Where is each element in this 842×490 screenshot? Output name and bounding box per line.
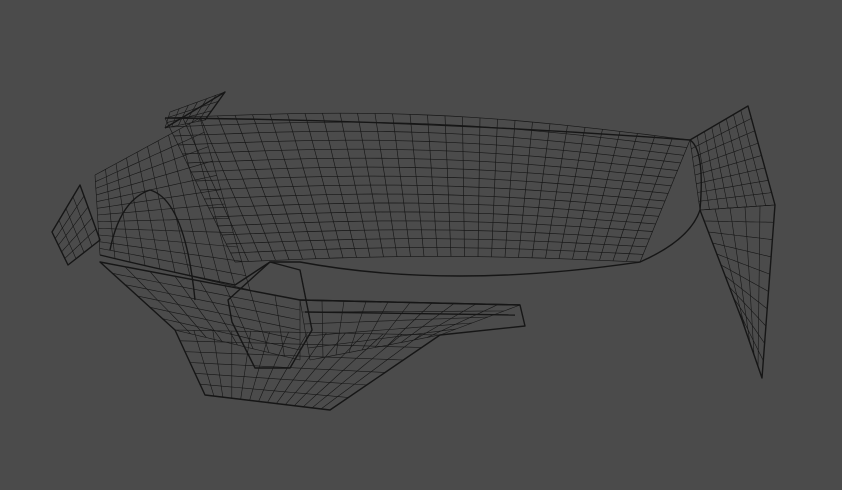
flap-right-drop-edge-15 (737, 308, 764, 361)
outline-edge-2 (227, 261, 313, 369)
flap-right-top-edge-12 (693, 142, 759, 167)
outline-edge-4 (51, 184, 101, 266)
outline-edge-8 (304, 311, 516, 316)
flap-right-drop-edge-7 (704, 220, 774, 223)
grille-right-edge-2 (335, 300, 345, 356)
hood-edge-47 (234, 256, 641, 263)
flap-right-drop-edge-6 (699, 204, 776, 211)
wireframe-model (51, 91, 776, 411)
hood-left-edge-19 (98, 228, 234, 233)
hood-left-edge-16 (97, 189, 221, 209)
fender-tip-left-edge-9 (166, 110, 212, 123)
flap-right-drop-edge-10 (716, 253, 770, 275)
grille-right-edge-7 (400, 303, 455, 343)
outline-edge-0 (99, 117, 702, 286)
grille-left-edge-11 (124, 284, 301, 321)
right-fender-flap-mesh (689, 105, 776, 379)
grille-right-edge-13 (303, 316, 489, 325)
flap-right-top-edge-14 (696, 167, 765, 185)
hood-left-edge-11 (94, 117, 201, 176)
outline-edge-5 (164, 91, 226, 129)
flap-right-drop-edge-9 (712, 242, 772, 258)
outline-edge-7 (299, 299, 521, 306)
outline-edge-1 (99, 261, 526, 411)
grille-right-edge-4 (361, 301, 389, 351)
grille-right-edge-3 (348, 301, 367, 353)
lower-bumper-edge-16 (179, 340, 422, 348)
hood-left-edge-21 (99, 241, 242, 262)
lower-bumper-edge-15 (174, 329, 441, 336)
flap-right-top-edge-15 (697, 180, 769, 193)
grille-bumper-mesh (99, 261, 521, 411)
grille-right-edge-1 (321, 300, 324, 358)
grille-right-edge-6 (387, 302, 433, 346)
flap-right-drop-edge-13 (729, 286, 767, 327)
flap-left-edge-2 (65, 208, 85, 253)
3d-viewport[interactable] (0, 0, 842, 490)
flap-right-drop-edge-8 (708, 231, 773, 240)
flap-right-top-edge-11 (692, 130, 755, 158)
flap-right-top-edge-13 (694, 155, 762, 176)
hood-left-edge-20 (98, 234, 238, 248)
hood-left-edge-15 (96, 175, 217, 202)
hood-mesh (94, 112, 691, 291)
flap-right-top-edge-16 (698, 192, 772, 202)
hood-left-edge-12 (95, 132, 205, 182)
